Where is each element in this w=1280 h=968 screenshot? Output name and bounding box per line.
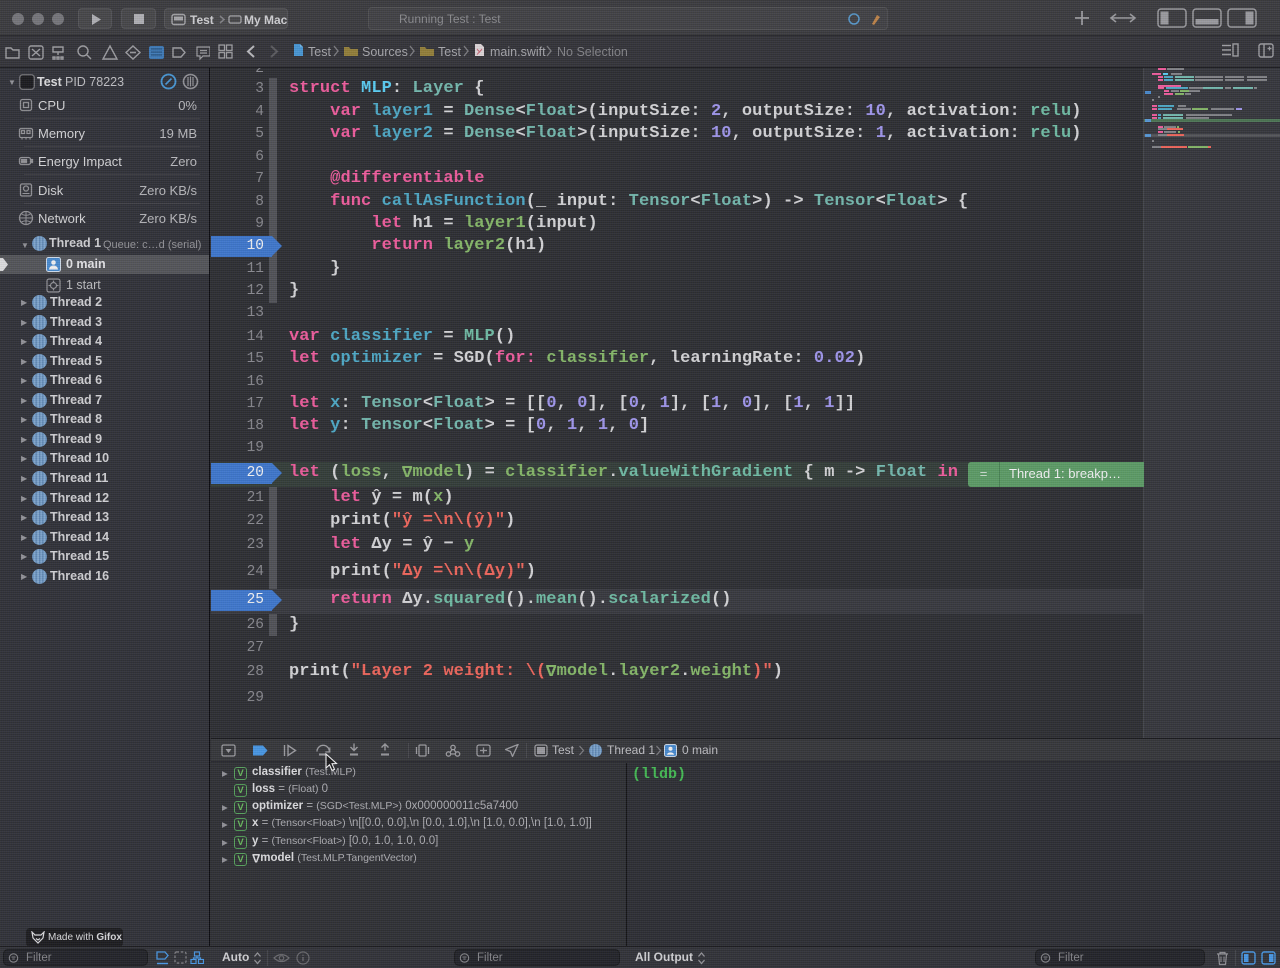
svg-text:My Mac: My Mac [244, 13, 288, 27]
svg-text:Test: Test [190, 13, 214, 27]
